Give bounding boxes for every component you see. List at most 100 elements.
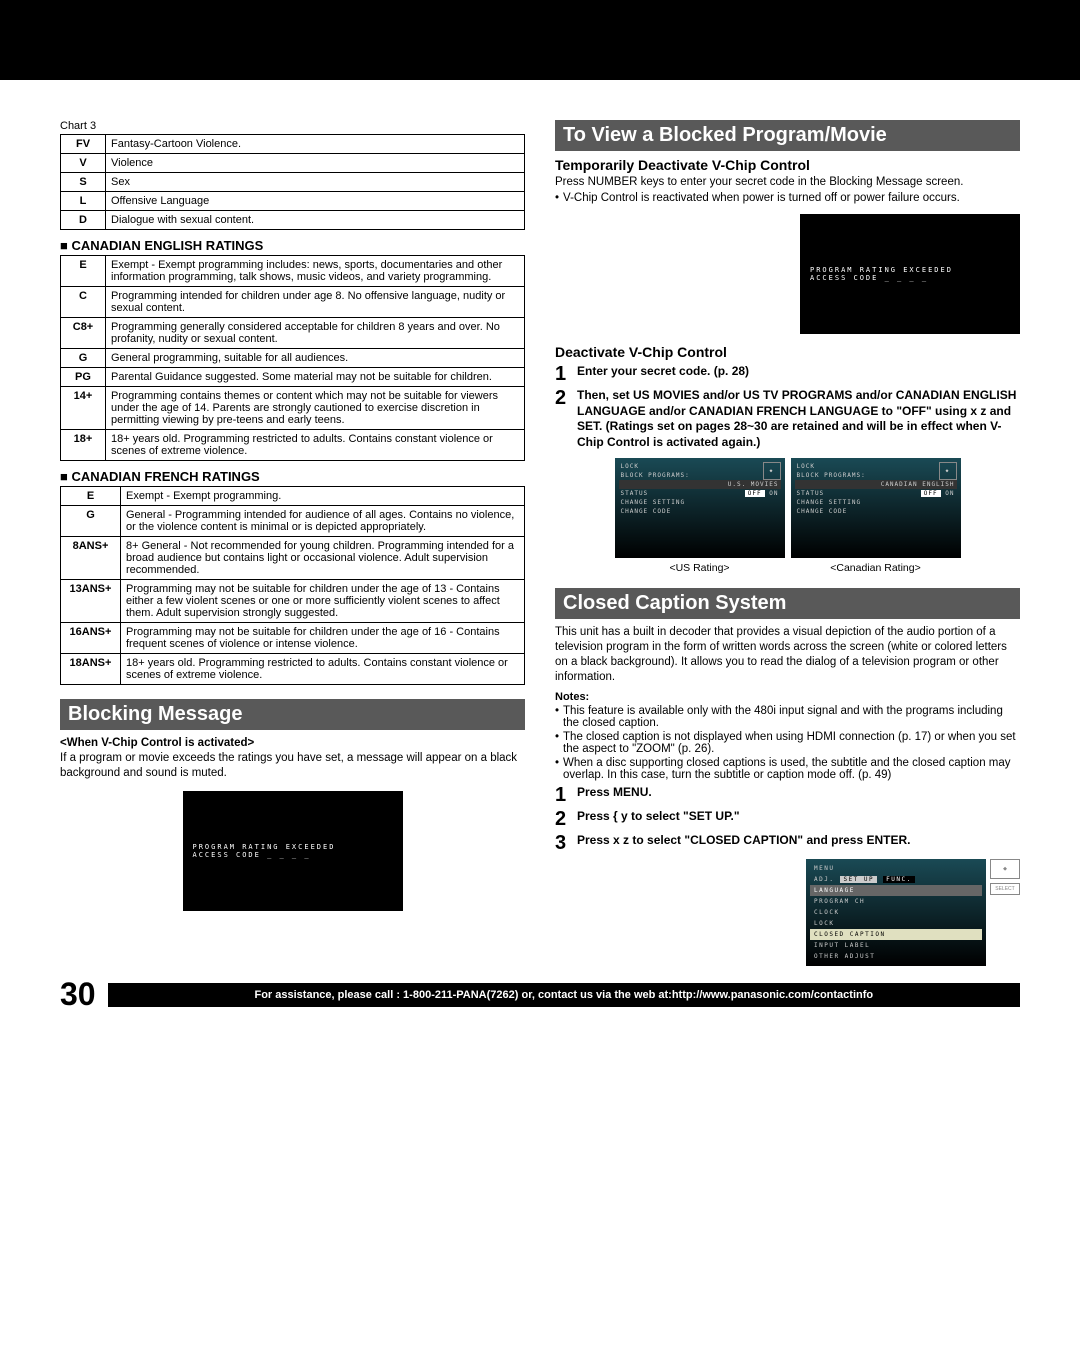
osd-line: ACCESS CODE _ _ _ _ — [810, 274, 953, 282]
cell: 13ANS+ — [61, 580, 121, 623]
deactivate-heading: Deactivate V-Chip Control — [555, 344, 1020, 360]
blocking-text: If a program or movie exceeds the rating… — [60, 751, 525, 781]
cell: 18+ — [61, 430, 106, 461]
osd-line: CHANGE CODE — [795, 507, 957, 516]
footer: 30 For assistance, please call : 1-800-2… — [0, 976, 1080, 1043]
cell: S — [61, 173, 106, 192]
cell: Programming intended for children under … — [106, 287, 525, 318]
cell: D — [61, 211, 106, 230]
footer-assist-text: For assistance, please call : 1-800-211-… — [108, 983, 1020, 1007]
cell: Violence — [106, 154, 525, 173]
cell: Programming may not be suitable for chil… — [121, 623, 525, 654]
chart3-table: FVFantasy-Cartoon Violence. VViolence SS… — [60, 134, 525, 230]
osd-line: ACCESS CODE _ _ _ _ — [193, 851, 336, 859]
menu-item: INPUT LABEL — [810, 940, 982, 951]
osd-item: U.S. MOVIES — [728, 481, 779, 488]
menu-tab: ADJ. — [814, 876, 834, 883]
cc-step-3: 3Press x z to select "CLOSED CAPTION" an… — [555, 833, 1020, 853]
cell: PG — [61, 368, 106, 387]
canadian-rating-osd-block: ◆ LOCK BLOCK PROGRAMS: CANADIAN ENGLISH … — [791, 458, 961, 574]
cell: Dialogue with sexual content. — [106, 211, 525, 230]
us-rating-label: <US Rating> — [615, 562, 785, 574]
cc-step-2: 2Press { y to select "SET UP." — [555, 809, 1020, 829]
cell: Exempt - Exempt programming. — [121, 487, 525, 506]
canadian-rating-osd: ◆ LOCK BLOCK PROGRAMS: CANADIAN ENGLISH … — [791, 458, 961, 558]
cell: 16ANS+ — [61, 623, 121, 654]
osd-line: BLOCK PROGRAMS: — [795, 471, 957, 480]
cell: General - Programming intended for audie… — [121, 506, 525, 537]
canadian-french-heading: CANADIAN FRENCH RATINGS — [60, 469, 525, 484]
menu-title: MENU — [810, 863, 982, 874]
step-text: Enter your secret code. (p. 28) — [577, 364, 749, 380]
notes-label: Notes: — [555, 691, 1020, 703]
chart3-label: Chart 3 — [60, 120, 525, 132]
cell: 18+ years old. Programming restricted to… — [121, 654, 525, 685]
cell: Sex — [106, 173, 525, 192]
cell: E — [61, 487, 121, 506]
cell: 14+ — [61, 387, 106, 430]
note-text: When a disc supporting closed captions i… — [563, 757, 1020, 781]
page-number: 30 — [60, 976, 96, 1013]
menu-tab: SET UP — [840, 876, 877, 883]
menu-item: LANGUAGE — [810, 885, 982, 896]
dpad-icon: ◆ — [763, 462, 781, 480]
menu-osd: MENU ADJ. SET UP FUNC. LANGUAGE PROGRAM … — [806, 859, 986, 966]
cc-band: Closed Caption System — [555, 588, 1020, 619]
cell: C — [61, 287, 106, 318]
blocking-message-band: Blocking Message — [60, 699, 525, 730]
cc-note: •This feature is available only with the… — [555, 705, 1020, 729]
osd-line: CHANGE SETTING — [619, 498, 781, 507]
osd-item: OFF — [745, 490, 765, 497]
canadian-french-table: EExempt - Exempt programming. GGeneral -… — [60, 486, 525, 685]
blocking-osd: PROGRAM RATING EXCEEDED ACCESS CODE _ _ … — [183, 791, 403, 911]
when-vchip-label: <When V-Chip Control is activated> — [60, 736, 525, 751]
cell: E — [61, 256, 106, 287]
cc-step-1: 1Press MENU. — [555, 785, 1020, 805]
cell: 18+ years old. Programming restricted to… — [106, 430, 525, 461]
cell: G — [61, 349, 106, 368]
step-text: Then, set US MOVIES and/or US TV PROGRAM… — [577, 388, 1020, 450]
cell: 8+ General - Not recommended for young c… — [121, 537, 525, 580]
menu-item-selected: CLOSED CAPTION — [810, 929, 982, 940]
step-text: Press MENU. — [577, 785, 652, 801]
cell: Programming generally considered accepta… — [106, 318, 525, 349]
menu-tab: FUNC. — [883, 876, 915, 883]
top-black-bar — [0, 0, 1080, 80]
cell: L — [61, 192, 106, 211]
osd-line: LOCK — [619, 462, 781, 471]
osd-item: STATUS — [621, 490, 649, 497]
osd-item: ON — [945, 490, 954, 497]
osd-line: CHANGE SETTING — [795, 498, 957, 507]
temp-deactivate-heading: Temporarily Deactivate V-Chip Control — [555, 157, 1020, 173]
right-column: To View a Blocked Program/Movie Temporar… — [555, 120, 1020, 966]
note-text: The closed caption is not displayed when… — [563, 731, 1020, 755]
toview-band: To View a Blocked Program/Movie — [555, 120, 1020, 151]
vchip-bullet: •V-Chip Control is reactivated when powe… — [555, 192, 1020, 204]
canadian-rating-label: <Canadian Rating> — [791, 562, 961, 574]
cell: 18ANS+ — [61, 654, 121, 685]
osd-line: PROGRAM RATING EXCEEDED — [810, 266, 953, 274]
canadian-english-table: EExempt - Exempt programming includes: n… — [60, 255, 525, 461]
cell: Offensive Language — [106, 192, 525, 211]
osd-item: CANADIAN ENGLISH — [881, 481, 955, 488]
menu-item: CLOCK — [810, 907, 982, 918]
dpad-icon: ◆ SELECT — [990, 859, 1020, 966]
us-rating-osd: ◆ LOCK BLOCK PROGRAMS: U.S. MOVIES STATU… — [615, 458, 785, 558]
step-text: Press x z to select "CLOSED CAPTION" and… — [577, 833, 910, 849]
bullet-text: V-Chip Control is reactivated when power… — [563, 192, 960, 204]
step-text: Press { y to select "SET UP." — [577, 809, 740, 825]
canadian-english-heading: CANADIAN ENGLISH RATINGS — [60, 238, 525, 253]
osd-item: OFF — [921, 490, 941, 497]
cc-note: •When a disc supporting closed captions … — [555, 757, 1020, 781]
cc-note: •The closed caption is not displayed whe… — [555, 731, 1020, 755]
cell: G — [61, 506, 121, 537]
us-rating-osd-block: ◆ LOCK BLOCK PROGRAMS: U.S. MOVIES STATU… — [615, 458, 785, 574]
osd-line: CHANGE CODE — [619, 507, 781, 516]
cell: Parental Guidance suggested. Some materi… — [106, 368, 525, 387]
cell: FV — [61, 135, 106, 154]
cell: Programming contains themes or content w… — [106, 387, 525, 430]
osd-line: BLOCK PROGRAMS: — [619, 471, 781, 480]
step-2: 2Then, set US MOVIES and/or US TV PROGRA… — [555, 388, 1020, 450]
cell: 8ANS+ — [61, 537, 121, 580]
cell: C8+ — [61, 318, 106, 349]
